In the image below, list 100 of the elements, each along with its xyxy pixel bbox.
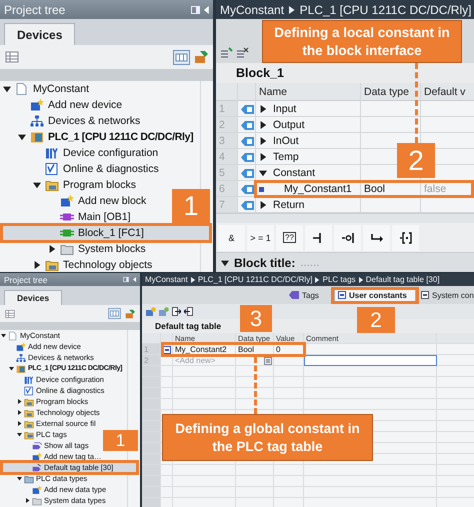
breadcrumb-item[interactable]: PLC_1 [CPU 1211C DC/DC/Rly]	[300, 2, 472, 16]
instruction-button[interactable]: &	[218, 224, 245, 250]
step-badge: 3	[240, 305, 272, 332]
folder-icon	[24, 418, 34, 428]
columns-icon[interactable]	[108, 308, 121, 319]
instruction-button[interactable]	[392, 224, 419, 250]
instruction-button[interactable]	[305, 224, 332, 250]
tree-item[interactable]: Add new block	[0, 193, 146, 209]
parameter-icon	[240, 184, 254, 194]
parameter-icon	[240, 104, 254, 114]
caret-icon[interactable]	[259, 169, 267, 177]
table-cell: false	[424, 183, 446, 195]
new-item-icon	[30, 98, 44, 112]
caret-icon[interactable]	[17, 476, 22, 481]
collapse-icon[interactable]	[133, 277, 136, 282]
table-cell: Constant	[273, 167, 316, 179]
folder-icon	[24, 408, 34, 418]
tab[interactable]: Tags	[286, 288, 332, 302]
breadcrumb-item[interactable]: Default tag table [30]	[366, 275, 440, 284]
diagnostics-icon	[45, 162, 59, 176]
caret-icon[interactable]	[17, 410, 22, 415]
caret-icon[interactable]	[9, 366, 14, 371]
delete-row-icon[interactable]	[236, 47, 249, 59]
import-icon[interactable]	[184, 307, 193, 316]
tree-item[interactable]: Devices & networks	[0, 113, 140, 129]
sync-icon[interactable]	[194, 50, 208, 64]
new-item-icon	[32, 452, 42, 462]
tree-item[interactable]: Technology objects	[0, 257, 152, 272]
instruction-button[interactable]	[334, 224, 361, 250]
caret-icon[interactable]	[33, 261, 41, 269]
tree-item[interactable]: Add new device	[0, 97, 122, 113]
sync-icon[interactable]	[125, 308, 135, 318]
tree-item[interactable]: Device configuration	[0, 145, 158, 161]
tags-icon	[32, 440, 42, 450]
new-item-icon	[16, 342, 26, 352]
folder-icon	[24, 430, 34, 440]
caret-icon[interactable]	[17, 432, 22, 437]
row-number: 1	[219, 103, 225, 115]
comment-field[interactable]	[304, 355, 437, 366]
breadcrumb-item[interactable]: MyConstant	[220, 2, 284, 16]
caret-icon[interactable]	[259, 201, 267, 209]
grid-icon[interactable]	[5, 50, 19, 64]
parameter-icon	[240, 152, 254, 162]
breadcrumb-item[interactable]: PLC tags	[322, 275, 356, 284]
table-cell: InOut	[273, 135, 299, 147]
table-cell: My_Constant1	[284, 183, 352, 195]
table-cell: Bool	[364, 183, 386, 195]
caret-icon[interactable]	[17, 421, 22, 426]
row-number: 6	[219, 183, 225, 195]
columns-icon[interactable]	[173, 50, 190, 64]
panel-title: Project tree	[4, 2, 66, 16]
cpu-icon	[16, 364, 26, 374]
folder-icon	[45, 258, 59, 272]
network-icon	[30, 114, 44, 128]
tab[interactable]: Devices	[4, 23, 76, 45]
tab[interactable]: Devices	[4, 290, 62, 305]
export-icon[interactable]	[172, 307, 181, 316]
tag-icon	[289, 291, 299, 299]
row-number: 2	[144, 356, 148, 365]
parameter-icon	[240, 120, 254, 130]
network-icon	[16, 352, 26, 362]
row-number: 5	[219, 167, 225, 179]
caret-icon[interactable]	[48, 245, 56, 253]
caret-icon[interactable]	[25, 498, 30, 503]
caret-icon[interactable]	[33, 181, 41, 189]
caret-icon[interactable]	[3, 85, 11, 93]
instruction-button[interactable]: ??	[276, 224, 303, 250]
pane-icon[interactable]	[191, 6, 200, 14]
tree-item[interactable]: Program blocks	[0, 177, 136, 193]
caret-icon[interactable]	[221, 258, 229, 266]
dropdown-icon[interactable]	[264, 356, 272, 364]
instruction-button[interactable]: > = 1	[247, 224, 274, 250]
collapse-icon[interactable]	[204, 6, 209, 14]
insert-row-icon[interactable]	[220, 47, 233, 59]
grid-icon[interactable]	[5, 308, 15, 318]
separator-icon	[289, 6, 295, 14]
caret-icon[interactable]	[1, 333, 6, 338]
tree-item[interactable]: System blocks	[0, 241, 146, 257]
column-header: Default v	[424, 86, 466, 98]
caret-icon[interactable]	[259, 137, 267, 145]
caret-icon[interactable]	[259, 121, 267, 129]
step-badge: 2	[357, 307, 395, 333]
tab[interactable]: System con	[418, 288, 474, 302]
tree-item[interactable]: Online & diagnostics	[0, 161, 159, 177]
breadcrumb-item[interactable]: MyConstant	[145, 275, 188, 284]
tree-item[interactable]: PLC_1 [CPU 1211C DC/DC/Rly]	[0, 129, 194, 145]
caret-icon[interactable]	[259, 153, 267, 161]
instruction-button[interactable]	[363, 224, 390, 250]
breadcrumb-item[interactable]: PLC_1 [CPU 1211C DC/DC/Rly]	[198, 275, 312, 284]
parameter-icon	[240, 168, 254, 178]
step-badge: 2	[397, 143, 435, 178]
caret-icon[interactable]	[18, 133, 26, 141]
add-tag-icon[interactable]	[146, 307, 156, 316]
separator-icon	[315, 276, 320, 282]
tree-item[interactable]: MyConstant	[0, 81, 90, 97]
tree-item[interactable]: Main [OB1]	[0, 209, 131, 225]
caret-icon[interactable]	[17, 399, 22, 404]
row-number: 4	[219, 151, 225, 163]
pane-icon[interactable]	[123, 277, 129, 282]
caret-icon[interactable]	[259, 105, 267, 113]
